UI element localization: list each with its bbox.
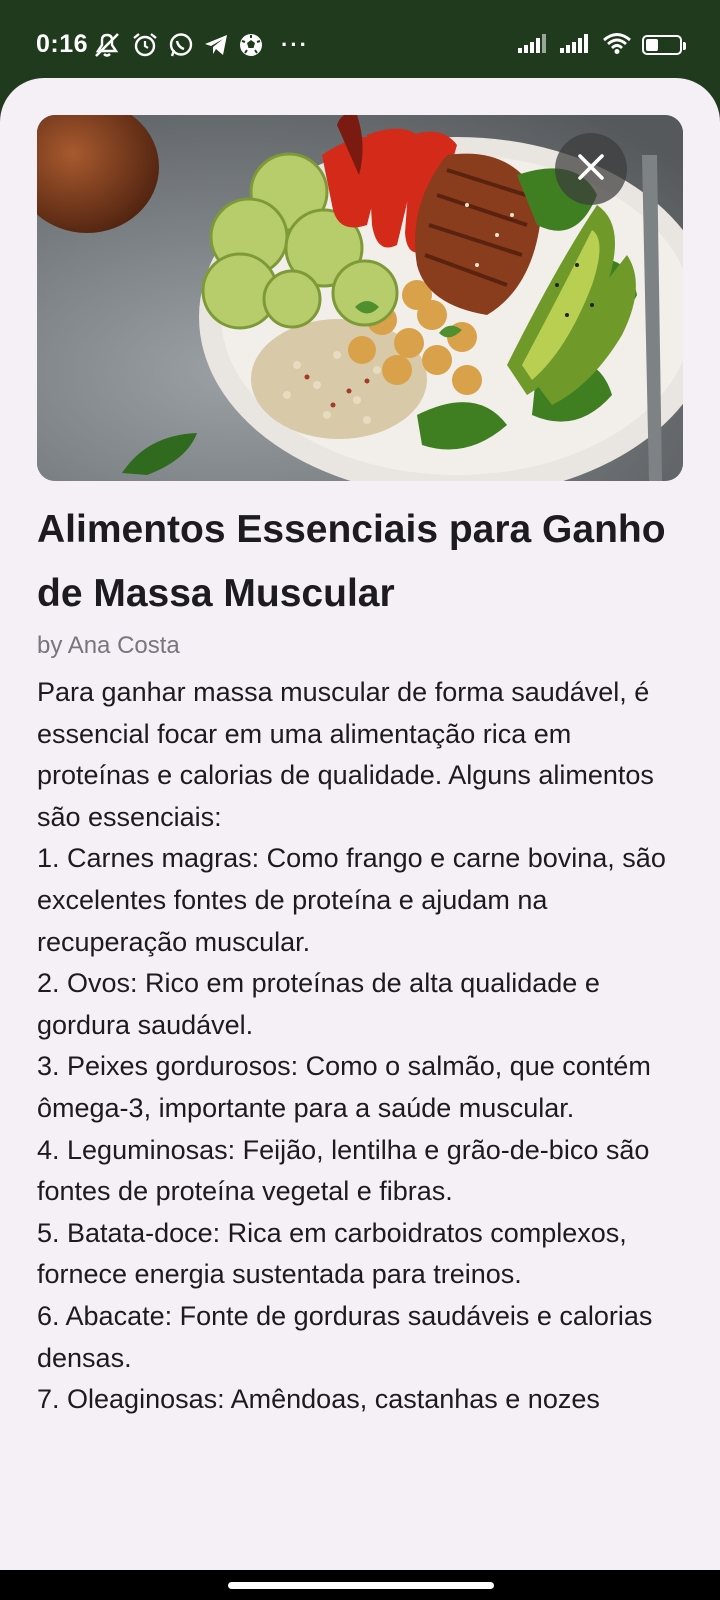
navigation-bar [0,1570,720,1600]
battery-level: 39 [658,37,674,53]
article-paragraph: 1. Carnes magras: Como frango e carne bo… [37,843,666,957]
alarm-icon [131,31,159,59]
close-button[interactable] [555,133,627,205]
article-paragraph: 6. Abacate: Fonte de gorduras saudáveis … [37,1300,653,1373]
status-bar: 0:16 ··· 39 [0,0,720,90]
status-time: 0:16 [36,30,89,58]
signal-icon [518,33,550,58]
article-paragraph: 4. Leguminosas: Feijão, lentilha e grão-… [37,1134,650,1207]
article-paragraph: Para ganhar massa muscular de forma saud… [37,677,654,832]
soccer-ball-icon [238,32,264,58]
mute-icon [92,31,122,59]
article-title: Alimentos Essenciais para Ganho de Massa… [37,508,666,615]
home-gesture-handle[interactable] [228,1582,494,1589]
article-paragraph: 7. Oleaginosas: Amêndoas, castanhas e no… [37,1384,600,1415]
article-sheet: Alimentos Essenciais para Ganho de Massa… [0,78,720,1570]
article-author: by Ana Costa [37,632,180,659]
system-icons: 39 [518,32,686,59]
battery-icon: 39 [642,35,686,55]
wifi-icon [602,32,632,59]
article-body: Para ganhar massa muscular de forma saud… [37,672,687,1421]
article-paragraph: 2. Ovos: Rico em proteínas de alta quali… [37,968,600,1040]
signal-icon [560,33,592,58]
more-notifications: ··· [281,32,309,57]
notification-icons: ··· [92,30,309,60]
telegram-icon [203,32,229,58]
close-icon [576,152,606,187]
article-paragraph: 5. Batata-doce: Rica em carboidratos com… [37,1217,627,1290]
article-paragraph: 3. Peixes gordurosos: Como o salmão, que… [37,1051,651,1123]
whatsapp-icon [168,32,194,58]
